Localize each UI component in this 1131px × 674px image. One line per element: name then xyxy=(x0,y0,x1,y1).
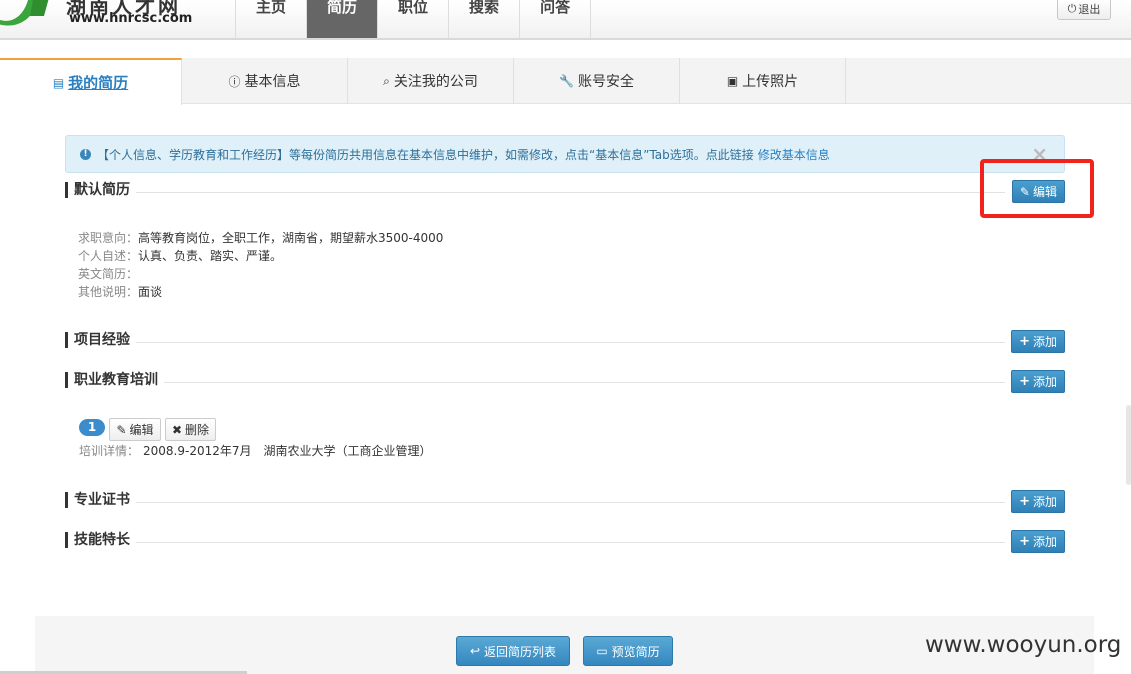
add-skill-button[interactable]: + 添加 xyxy=(1011,530,1065,553)
info-icon: ⓘ xyxy=(228,74,241,89)
back-to-list-button[interactable]: ↩ 返回简历列表 xyxy=(456,636,570,666)
training-item-number: 1 xyxy=(79,419,105,436)
add-project-button[interactable]: + 添加 xyxy=(1011,330,1065,353)
plus-icon: + xyxy=(1019,534,1030,549)
section-training: 职业教育培训 + 添加 xyxy=(65,370,1065,394)
delete-training-button[interactable]: ✖ 删除 xyxy=(165,418,216,441)
logo-url[interactable]: www.hnrcsc.com xyxy=(69,11,192,26)
tab-basic-info[interactable]: ⓘ 基本信息 xyxy=(182,58,348,104)
nav-resume[interactable]: 简历 xyxy=(307,0,379,38)
resume-details: 求职意向： 高等教育岗位，全职工作，湖南省，期望薪水3500-4000 个人自述：… xyxy=(78,231,444,299)
section-title: 专业证书 xyxy=(65,492,136,508)
plus-icon: + xyxy=(1019,494,1030,509)
section-title: 默认简历 xyxy=(65,182,136,198)
add-training-button[interactable]: + 添加 xyxy=(1011,370,1065,393)
resume-tabs: ▤ 我的简历 ⓘ 基本信息 ⌕ 关注我的公司 🔧 账号安全 ▣ 上传照片 xyxy=(0,58,1131,105)
close-icon: ✖ xyxy=(171,422,183,437)
nav-jobs[interactable]: 职位 xyxy=(378,0,450,38)
search-icon: ⌕ xyxy=(383,73,390,88)
nav-home[interactable]: 主页 xyxy=(236,0,308,38)
divider xyxy=(65,342,1005,343)
edit-basic-info-link[interactable]: 修改基本信息 xyxy=(758,146,830,163)
plus-icon: + xyxy=(1019,374,1030,389)
info-alert: ! 【个人信息、学历教育和工作经历】等每份简历共用信息在基本信息中维护，如需修改… xyxy=(65,135,1065,173)
divider xyxy=(65,192,1005,193)
logo-icon xyxy=(0,0,49,26)
section-default-resume: 默认简历 ✎ 编辑 xyxy=(65,180,1065,204)
edit-training-button[interactable]: ✎ 编辑 xyxy=(109,418,161,441)
section-title: 职业教育培训 xyxy=(65,372,164,388)
power-icon: ⏻ xyxy=(1067,2,1077,15)
alert-text: 【个人信息、学历教育和工作经历】等每份简历共用信息在基本信息中维护，如需修改，点… xyxy=(97,147,754,162)
job-intent-value: 高等教育岗位，全职工作，湖南省，期望薪水3500-4000 xyxy=(138,231,444,245)
tab-followed-companies[interactable]: ⌕ 关注我的公司 xyxy=(348,58,514,104)
section-title: 项目经验 xyxy=(65,332,136,348)
card-icon: ▭ xyxy=(596,644,608,658)
vertical-scrollbar[interactable] xyxy=(1126,405,1131,485)
logout-button[interactable]: ⏻ 退出 xyxy=(1057,0,1111,20)
wrench-icon: 🔧 xyxy=(559,74,574,88)
divider xyxy=(65,502,1005,503)
self-description-value: 认真、负责、踏实、严谨。 xyxy=(138,249,283,263)
tab-account-security[interactable]: 🔧 账号安全 xyxy=(514,58,680,104)
section-title: 技能特长 xyxy=(65,532,136,548)
alert-info-icon: ! xyxy=(80,148,91,160)
tab-upload-photo[interactable]: ▣ 上传照片 xyxy=(680,58,846,104)
watermark: www.wooyun.org xyxy=(925,632,1122,658)
image-icon: ▣ xyxy=(726,74,739,88)
main-nav: 主页 简历 职位 搜索 问答 xyxy=(235,0,592,38)
plus-icon: + xyxy=(1019,334,1030,349)
training-detail: 培训详情： 2008.9-2012年7月 湖南农业大学（工商企业管理） xyxy=(79,444,432,458)
preview-resume-button[interactable]: ▭ 预览简历 xyxy=(583,636,673,666)
section-skills: 技能特长 + 添加 xyxy=(65,530,1065,554)
file-icon: ▤ xyxy=(52,75,65,90)
nav-qa[interactable]: 问答 xyxy=(520,0,592,38)
highlight-box xyxy=(980,159,1094,218)
section-project: 项目经验 + 添加 xyxy=(65,330,1065,354)
pencil-icon: ✎ xyxy=(116,422,127,437)
top-bar: 湖南人才网 www.hnrcsc.com 主页 简历 职位 搜索 问答 ⏻ 退出 xyxy=(0,0,1131,40)
other-notes-value: 面谈 xyxy=(138,285,163,299)
add-certificate-button[interactable]: + 添加 xyxy=(1011,490,1065,513)
nav-search[interactable]: 搜索 xyxy=(449,0,521,38)
back-arrow-icon: ↩ xyxy=(469,644,481,658)
divider xyxy=(65,542,1005,543)
tab-my-resume[interactable]: ▤ 我的简历 xyxy=(0,58,182,105)
divider xyxy=(65,382,1005,383)
section-certificates: 专业证书 + 添加 xyxy=(65,490,1065,514)
